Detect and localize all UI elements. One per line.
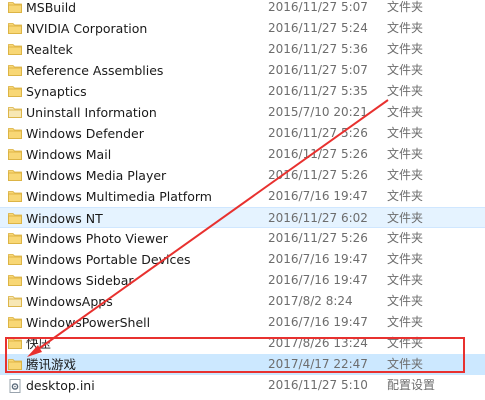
- file-row[interactable]: Windows Photo Viewer 2016/11/27 5:26 文件夹: [0, 228, 485, 249]
- file-name: WindowsApps: [26, 294, 113, 309]
- file-modified-date: 2016/7/16 19:47: [268, 252, 368, 266]
- folder-icon: [8, 148, 22, 160]
- file-row[interactable]: desktop.ini 2016/11/27 5:10 配置设置: [0, 375, 485, 396]
- file-row[interactable]: Windows Sidebar 2016/7/16 19:47 文件夹: [0, 270, 485, 291]
- file-name: desktop.ini: [26, 378, 95, 393]
- file-row[interactable]: 快压 2017/8/26 13:24 文件夹: [0, 333, 485, 354]
- settings-file-icon: [8, 379, 22, 393]
- file-row[interactable]: Windows Mail 2016/11/27 5:26 文件夹: [0, 144, 485, 165]
- folder-icon: [8, 232, 22, 244]
- file-name: Windows NT: [26, 211, 103, 226]
- file-type: 文件夹: [387, 231, 424, 245]
- file-type: 文件夹: [387, 147, 424, 161]
- file-row[interactable]: Reference Assemblies 2016/11/27 5:07 文件夹: [0, 60, 485, 81]
- file-type: 文件夹: [387, 189, 424, 203]
- folder-icon: [8, 358, 22, 370]
- file-modified-date: 2016/11/27 5:26: [268, 126, 368, 140]
- file-modified-date: 2015/7/10 20:21: [268, 105, 368, 119]
- folder-faded-icon: [8, 295, 22, 307]
- file-name: Windows Portable Devices: [26, 252, 191, 267]
- file-modified-date: 2016/11/27 5:10: [268, 378, 368, 392]
- file-type: 文件夹: [387, 294, 424, 308]
- file-modified-date: 2016/11/27 5:24: [268, 21, 368, 35]
- file-type: 文件夹: [387, 126, 424, 140]
- file-type: 文件夹: [387, 211, 424, 225]
- file-name: Synaptics: [26, 84, 87, 99]
- file-row[interactable]: Windows Multimedia Platform 2016/7/16 19:…: [0, 186, 485, 207]
- file-row[interactable]: WindowsApps 2017/8/2 8:24 文件夹: [0, 291, 485, 312]
- file-type: 文件夹: [387, 252, 424, 266]
- folder-icon: [8, 43, 22, 55]
- file-name: 腾讯游戏: [26, 357, 77, 372]
- file-name: MSBuild: [26, 0, 77, 15]
- file-type: 文件夹: [387, 84, 424, 98]
- file-row[interactable]: 腾讯游戏 2017/4/17 22:47 文件夹: [0, 354, 485, 375]
- file-modified-date: 2016/11/27 5:07: [268, 63, 368, 77]
- file-name: Uninstall Information: [26, 105, 157, 120]
- file-modified-date: 2016/11/27 6:02: [268, 211, 368, 225]
- file-modified-date: 2017/8/26 13:24: [268, 336, 368, 350]
- file-modified-date: 2016/7/16 19:47: [268, 273, 368, 287]
- folder-faded-icon: [8, 106, 22, 118]
- file-modified-date: 2016/11/27 5:26: [268, 231, 368, 245]
- file-name: Reference Assemblies: [26, 63, 164, 78]
- folder-icon: [8, 274, 22, 286]
- file-name: Realtek: [26, 42, 73, 57]
- file-name: Windows Defender: [26, 126, 144, 141]
- file-type: 配置设置: [387, 378, 436, 392]
- file-row[interactable]: WindowsPowerShell 2016/7/16 19:47 文件夹: [0, 312, 485, 333]
- file-row[interactable]: Windows Defender 2016/11/27 5:26 文件夹: [0, 123, 485, 144]
- folder-icon: [8, 190, 22, 202]
- file-name: NVIDIA Corporation: [26, 21, 148, 36]
- folder-icon: [8, 316, 22, 328]
- file-type: 文件夹: [387, 168, 424, 182]
- file-name: Windows Sidebar: [26, 273, 134, 288]
- file-row[interactable]: Windows Portable Devices 2016/7/16 19:47 文…: [0, 249, 485, 270]
- file-type: 文件夹: [387, 63, 424, 77]
- file-row[interactable]: Windows Media Player 2016/11/27 5:26 文件夹: [0, 165, 485, 186]
- file-modified-date: 2016/7/16 19:47: [268, 315, 368, 329]
- file-list: MSBuild 2016/11/27 5:07 文件夹 NVIDIA Corporat…: [0, 0, 485, 400]
- file-modified-date: 2016/11/27 5:26: [268, 147, 368, 161]
- file-modified-date: 2016/11/27 5:36: [268, 42, 368, 56]
- file-row[interactable]: MSBuild 2016/11/27 5:07 文件夹: [0, 0, 485, 18]
- file-row[interactable]: Synaptics 2016/11/27 5:35 文件夹: [0, 81, 485, 102]
- file-name: Windows Multimedia Platform: [26, 189, 212, 204]
- file-type: 文件夹: [387, 315, 424, 329]
- file-modified-date: 2017/8/2 8:24: [268, 294, 353, 308]
- file-name: 快压: [26, 336, 52, 351]
- file-modified-date: 2017/4/17 22:47: [268, 357, 368, 371]
- folder-icon: [8, 22, 22, 34]
- file-type: 文件夹: [387, 42, 424, 56]
- folder-icon: [8, 85, 22, 97]
- file-row[interactable]: Windows NT 2016/11/27 6:02 文件夹: [0, 207, 485, 228]
- file-modified-date: 2016/11/27 5:35: [268, 84, 368, 98]
- file-type: 文件夹: [387, 21, 424, 35]
- file-type: 文件夹: [387, 273, 424, 287]
- folder-icon: [8, 1, 22, 13]
- folder-icon: [8, 337, 22, 349]
- file-modified-date: 2016/11/27 5:26: [268, 168, 368, 182]
- file-name: Windows Photo Viewer: [26, 231, 168, 246]
- file-type: 文件夹: [387, 0, 424, 14]
- file-modified-date: 2016/11/27 5:07: [268, 0, 368, 14]
- folder-icon: [8, 64, 22, 76]
- file-modified-date: 2016/7/16 19:47: [268, 189, 368, 203]
- file-name: Windows Mail: [26, 147, 112, 162]
- folder-icon: [8, 169, 22, 181]
- file-name: Windows Media Player: [26, 168, 167, 183]
- folder-icon: [8, 253, 22, 265]
- file-type: 文件夹: [387, 357, 424, 371]
- file-row[interactable]: NVIDIA Corporation 2016/11/27 5:24 文件夹: [0, 18, 485, 39]
- file-type: 文件夹: [387, 336, 424, 350]
- file-row[interactable]: Realtek 2016/11/27 5:36 文件夹: [0, 39, 485, 60]
- file-name: WindowsPowerShell: [26, 315, 151, 330]
- file-type: 文件夹: [387, 105, 424, 119]
- file-row[interactable]: Uninstall Information 2015/7/10 20:21 文件夹: [0, 102, 485, 123]
- folder-icon: [8, 127, 22, 139]
- folder-icon: [8, 212, 22, 224]
